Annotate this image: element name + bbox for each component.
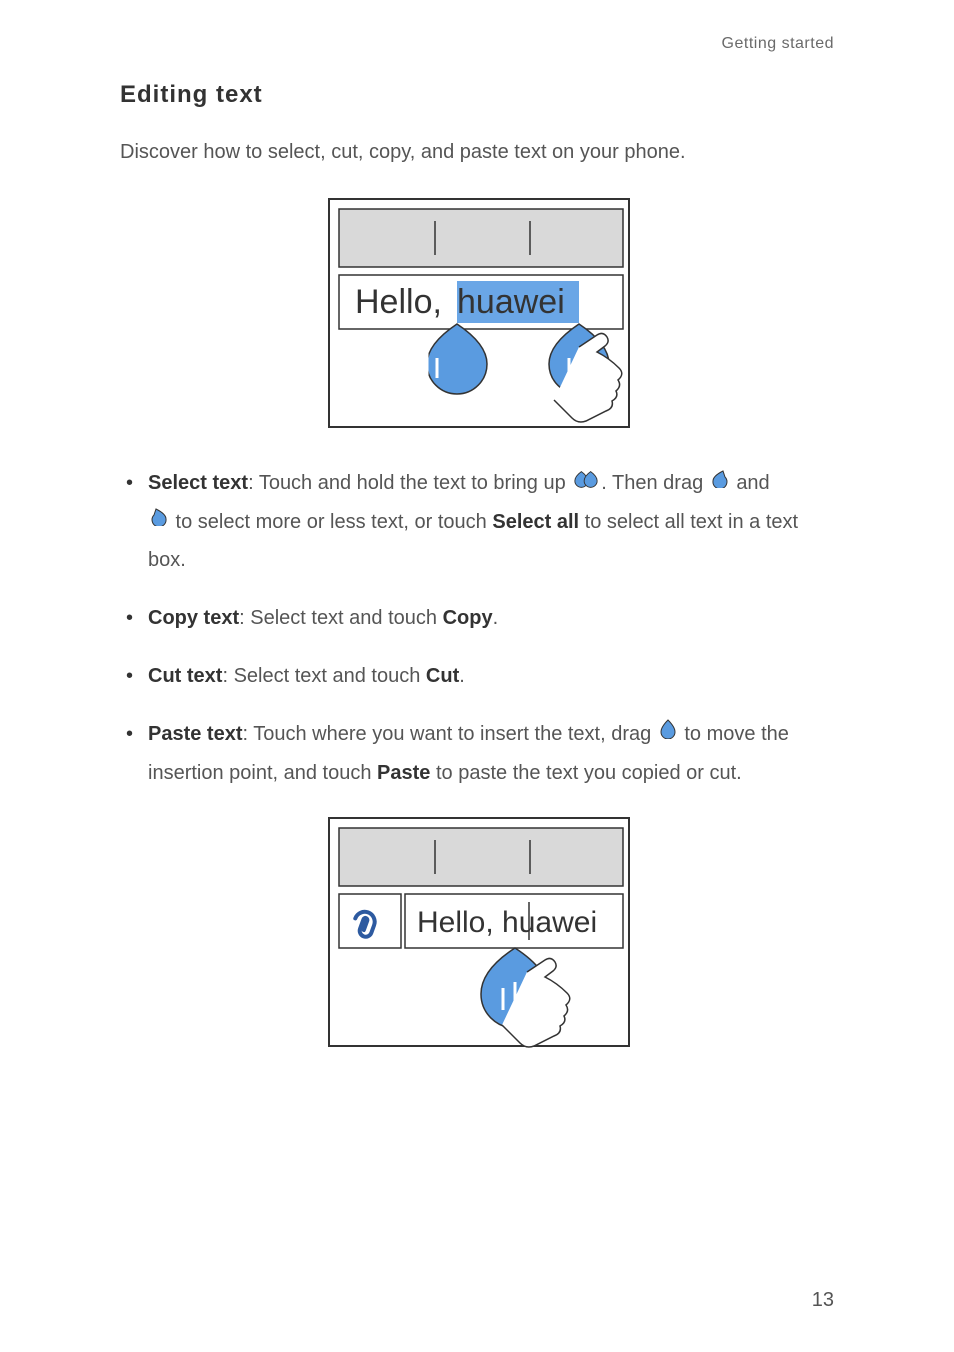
figure-paste-text: Hello, huawei [417,906,597,939]
page-number: 13 [812,1289,834,1312]
intro-paragraph: Discover how to select, cut, copy, and p… [120,137,834,167]
step-copy-lead: Copy text [148,607,239,629]
step-cut-action: Cut [426,665,459,687]
svg-text:Hello,: Hello, [355,283,442,321]
figure-select-svg: Hello, huawei [317,193,637,433]
step-copy-r1: : Select text and touch [239,607,442,629]
step-select-lead: Select text [148,472,248,494]
step-paste: Paste text: Touch where you want to inse… [120,715,834,792]
insertion-marker-icon [659,714,677,752]
figure-paste-text: Hello, huawei [120,812,834,1057]
step-cut-lead: Cut text [148,665,222,687]
step-select-p1: : Touch and hold the text to bring up [248,472,571,494]
step-select: Select text: Touch and hold the text to … [120,464,834,579]
running-head: Getting started [120,35,834,53]
step-paste-action: Paste [377,762,430,784]
steps-list: Select text: Touch and hold the text to … [120,464,834,792]
svg-text:Hello, huawei: Hello, huawei [417,906,597,939]
step-select-selectall: Select all [492,511,579,533]
step-cut: Cut text: Select text and touch Cut. [120,657,834,695]
figure-select-text: Hello, huawei [120,193,834,438]
step-cut-r1: : Select text and touch [222,665,425,687]
step-select-p3: and [736,472,769,494]
step-paste-p1: : Touch where you want to insert the tex… [243,723,657,745]
svg-text:huawei: huawei [457,283,565,321]
step-paste-p3: to paste the text you copied or cut. [430,762,741,784]
step-cut-r2: . [459,665,465,687]
step-copy-action: Copy [443,607,493,629]
step-paste-lead: Paste text [148,723,243,745]
step-copy-r2: . [493,607,499,629]
section-title: Editing text [120,81,834,109]
step-copy: Copy text: Select text and touch Copy. [120,599,834,637]
selection-handles-icon [573,463,599,501]
figure-paste-svg: Hello, huawei [317,812,637,1052]
page: Getting started Editing text Discover ho… [0,0,954,1352]
step-select-p4: to select more or less text, or touch [170,511,492,533]
selection-handle-right-icon [150,501,168,539]
step-select-p2: . Then drag [601,472,708,494]
selection-handle-left-icon [711,463,729,501]
figure-select-hello: Hello, [355,283,442,321]
figure-select-huawei: huawei [457,283,565,321]
